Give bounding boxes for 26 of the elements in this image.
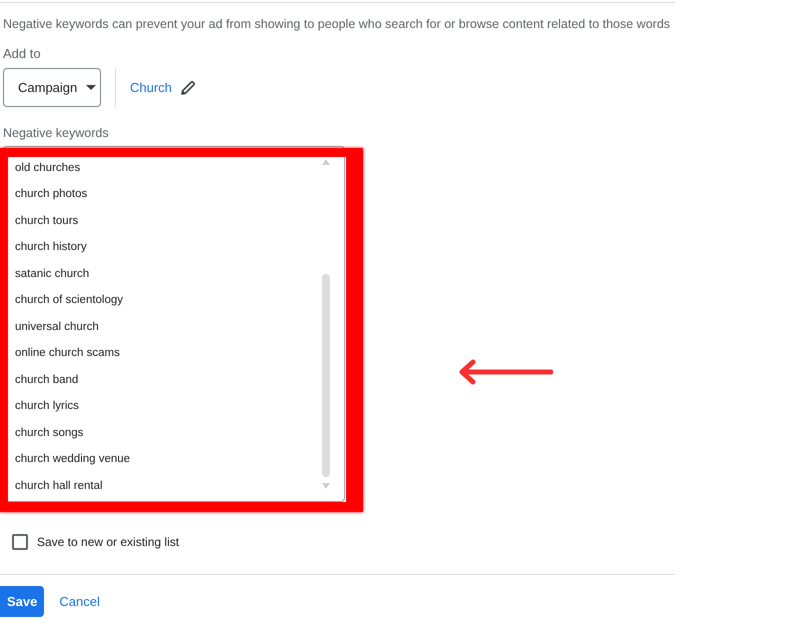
keywords-label: Negative keywords <box>3 125 109 141</box>
campaign-link[interactable]: Church <box>130 78 172 98</box>
keyword-line: old churches <box>15 160 80 176</box>
pencil-icon[interactable] <box>180 80 196 96</box>
keyword-line: church hall rental <box>15 478 103 494</box>
keyword-line: satanic church <box>15 266 90 282</box>
add-to-label: Add to <box>3 46 41 62</box>
caret-icon <box>86 85 96 90</box>
keyword-line: church band <box>15 372 78 388</box>
left-arrow-icon <box>457 359 553 385</box>
keyword-line: church history <box>15 240 87 256</box>
cancel-button[interactable]: Cancel <box>56 586 103 617</box>
keyword-line: church songs <box>15 426 84 441</box>
scrollbar-thumb[interactable] <box>322 274 330 477</box>
keyword-line: church photos <box>15 187 88 202</box>
keyword-line: universal church <box>15 320 99 335</box>
keyword-line: online church scams <box>15 346 120 362</box>
keyword-line: church tours <box>15 214 78 229</box>
description-text: Negative keywords can prevent your ad from showing to people who search for or browse content related to those words <box>3 16 670 32</box>
keyword-line: church wedding venue <box>15 452 130 468</box>
checkbox[interactable] <box>12 534 28 550</box>
keyword-line: church lyrics <box>15 399 79 414</box>
save-list-label: Save to new or existing list <box>37 534 180 551</box>
save-button[interactable]: Save <box>0 586 44 617</box>
keyword-line: church of scientology <box>15 293 124 308</box>
level-dropdown[interactable]: Campaign <box>3 68 101 107</box>
